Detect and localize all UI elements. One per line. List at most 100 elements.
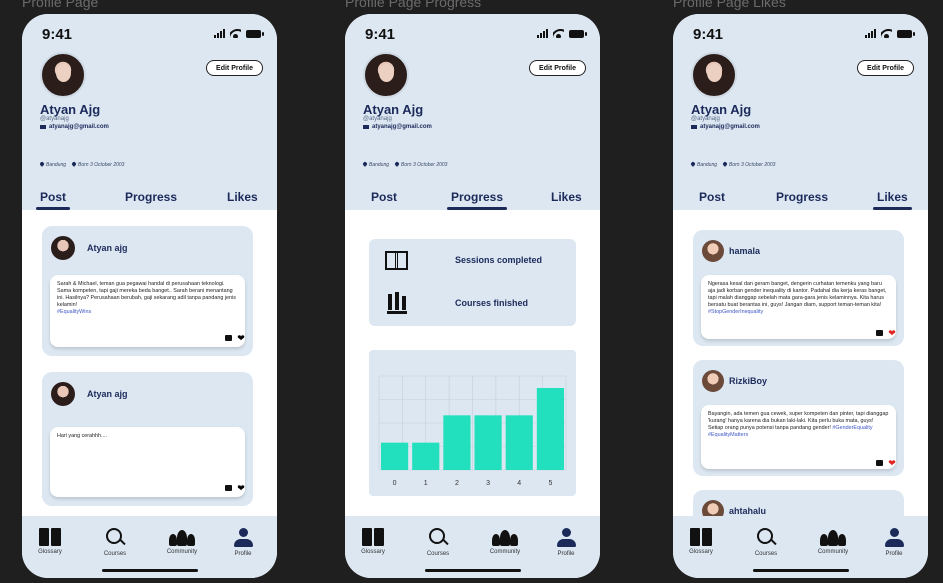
wifi-icon [881, 29, 892, 38]
profile-header: 9:41 Edit Profile Atyan Ajg @atyanajg at… [345, 14, 600, 210]
sessions-label: Sessions completed [455, 255, 543, 265]
birth-pin-icon [71, 161, 77, 167]
nav-courses[interactable]: Courses [741, 528, 791, 557]
nav-glossary[interactable]: Glossary [348, 528, 398, 555]
nav-community[interactable]: Community [808, 528, 858, 555]
nav-label: Profile [557, 551, 575, 557]
battery-icon [897, 30, 915, 38]
x-tick-label: 4 [517, 480, 521, 487]
tab-post[interactable]: Post [699, 190, 725, 204]
nav-glossary[interactable]: Glossary [25, 528, 75, 555]
post-card[interactable]: Atyan ajg Sarah & Michael, teman gua peg… [42, 226, 253, 356]
home-indicator [752, 569, 849, 572]
profile-location: Bandung [690, 161, 718, 168]
profile-location-text: Bandung [697, 162, 718, 168]
nav-label: Glossary [38, 549, 62, 555]
comment-icon[interactable] [225, 485, 232, 491]
post-username: Atyan ajg [87, 243, 128, 253]
status-icons [537, 28, 587, 38]
profile-handle: @atyanajg [691, 116, 720, 122]
phone-profile-progress: 9:41 Edit Profile Atyan Ajg @atyanajg at… [345, 14, 600, 578]
status-time: 9:41 [693, 26, 724, 43]
bottom-nav: Glossary Courses Community Profile [345, 516, 600, 578]
profile-email-text: atyanajg@gmail.com [700, 124, 760, 130]
signal-icon [214, 28, 225, 38]
liked-post-card[interactable]: RizkiBoy Bayangin, ada temen gua cewek, … [693, 360, 904, 476]
progress-stats: Sessions completed Courses finished [369, 239, 576, 326]
profile-email: atyanajg@gmail.com [691, 124, 760, 130]
x-tick-label: 0 [393, 480, 397, 487]
heart-icon[interactable]: ❤ [237, 484, 245, 493]
status-icons [214, 28, 264, 38]
post-actions: ❤ [225, 334, 245, 343]
post-hashtag[interactable]: #EqualityWins [57, 309, 91, 315]
frame-label-profile: Profile Page [22, 0, 99, 10]
nav-label: Community [817, 549, 849, 555]
profile-birth-text: Born 3 October 2003 [729, 162, 776, 168]
avatar[interactable] [40, 52, 86, 98]
book-icon [385, 251, 408, 270]
wifi-icon [230, 29, 241, 38]
nav-profile[interactable]: Profile [541, 528, 591, 557]
battery-icon [569, 30, 587, 38]
comment-icon[interactable] [876, 330, 883, 336]
bottom-nav: Glossary Courses Community Profile [673, 516, 928, 578]
tab-progress[interactable]: Progress [776, 190, 828, 204]
profile-birth-text: Born 3 October 2003 [78, 162, 125, 168]
avatar[interactable] [363, 52, 409, 98]
sessions-row: Sessions completed [369, 247, 576, 275]
nav-community[interactable]: Community [157, 528, 207, 555]
edit-profile-button[interactable]: Edit Profile [529, 60, 586, 76]
nav-profile[interactable]: Profile [218, 528, 268, 557]
heart-liked-icon[interactable]: ❤ [888, 459, 896, 468]
nav-label: Courses [103, 551, 127, 557]
post-actions: ❤ [876, 459, 896, 468]
x-tick-label: 3 [486, 480, 490, 487]
wifi-icon [553, 29, 564, 38]
nav-community[interactable]: Community [480, 528, 530, 555]
mail-icon [363, 125, 369, 129]
profile-icon [557, 528, 576, 548]
profile-handle: @atyanajg [40, 116, 69, 122]
nav-glossary[interactable]: Glossary [676, 528, 726, 555]
post-actions: ❤ [225, 484, 245, 493]
post-text: Ngerasa kesal dan geram banget, dengerin… [708, 281, 887, 308]
heart-liked-icon[interactable]: ❤ [888, 329, 896, 338]
nav-courses[interactable]: Courses [90, 528, 140, 557]
edit-profile-button[interactable]: Edit Profile [206, 60, 263, 76]
nav-courses[interactable]: Courses [413, 528, 463, 557]
search-icon [756, 528, 776, 548]
chart-bar [474, 415, 502, 470]
post-username: hamala [729, 246, 761, 256]
tab-progress[interactable]: Progress [446, 190, 508, 210]
nav-profile[interactable]: Profile [869, 528, 919, 557]
tab-post[interactable]: Post [35, 190, 71, 210]
tab-likes[interactable]: Likes [873, 190, 912, 210]
tab-progress[interactable]: Progress [125, 190, 177, 204]
profile-birth: Born 3 October 2003 [71, 161, 125, 168]
nav-label: Courses [754, 551, 778, 557]
post-hashtag[interactable]: #StopGenderInequality [708, 309, 763, 315]
community-icon [820, 528, 846, 546]
chart-bar [443, 415, 471, 470]
status-time: 9:41 [42, 26, 73, 43]
avatar[interactable] [691, 52, 737, 98]
post-card[interactable]: Atyan ajg Hari yang cerahhh.... ❤ [42, 372, 253, 506]
battery-icon [246, 30, 264, 38]
tab-likes[interactable]: Likes [227, 190, 258, 204]
post-feed: Atyan ajg Sarah & Michael, teman gua peg… [22, 210, 277, 520]
edit-profile-button[interactable]: Edit Profile [857, 60, 914, 76]
comment-icon[interactable] [225, 335, 232, 341]
chart-bar [505, 415, 533, 470]
tab-likes[interactable]: Likes [551, 190, 582, 204]
profile-email: atyanajg@gmail.com [40, 124, 109, 130]
tab-post[interactable]: Post [371, 190, 397, 204]
courses-row: Courses finished [369, 290, 576, 318]
home-indicator [101, 569, 198, 572]
heart-icon[interactable]: ❤ [237, 334, 245, 343]
liked-post-card[interactable]: hamala Ngerasa kesal dan geram banget, d… [693, 230, 904, 346]
comment-icon[interactable] [876, 460, 883, 466]
profile-email-text: atyanajg@gmail.com [372, 124, 432, 130]
profile-location: Bandung [39, 161, 66, 168]
nav-label: Community [489, 549, 521, 555]
